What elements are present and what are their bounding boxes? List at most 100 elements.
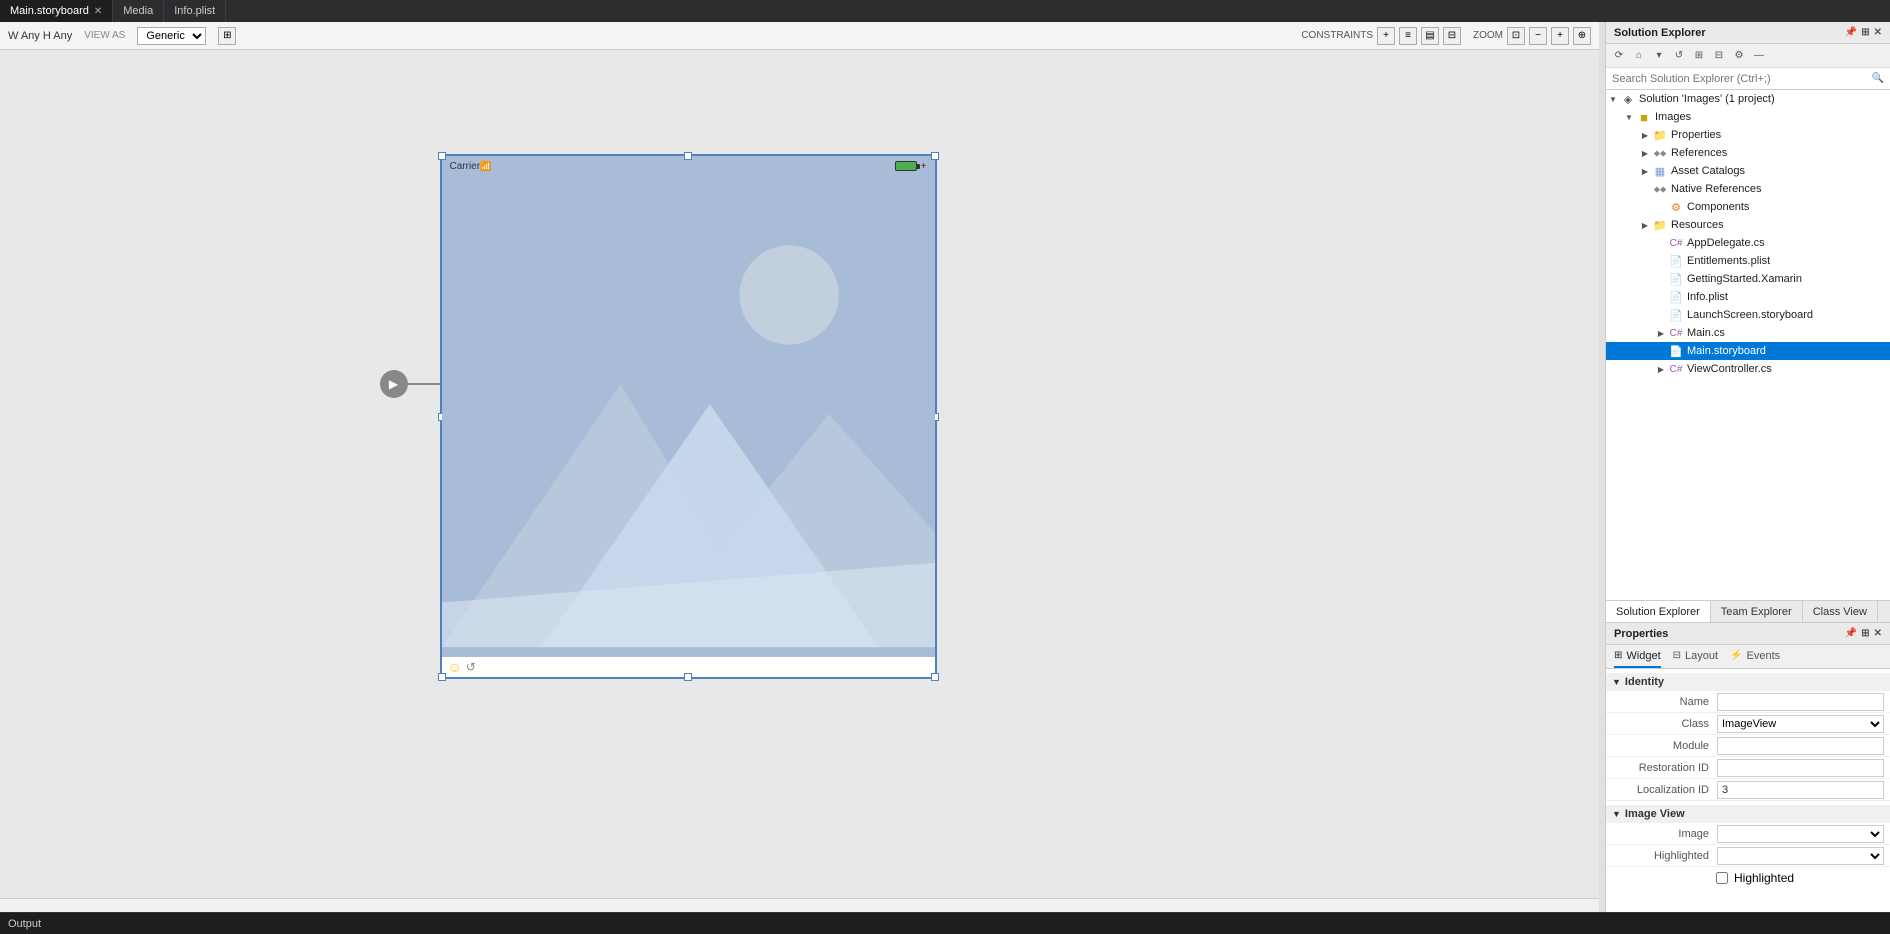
close-panel-icon[interactable]: ✕ <box>1874 27 1882 38</box>
tree-item-launchscreen[interactable]: ▶ 📄 LaunchScreen.storyboard <box>1606 306 1890 324</box>
tree-item-resources[interactable]: ▶ 📁 Resources <box>1606 216 1890 234</box>
view-as-select[interactable]: Generic <box>137 27 206 45</box>
tree-item-mainstoryboard[interactable]: ▶ 📄 Main.storyboard <box>1606 342 1890 360</box>
tree-item-references[interactable]: ▶ ⬥⬥ References <box>1606 144 1890 162</box>
viewcontroller-icon: C# <box>1668 361 1684 377</box>
handle-top-left[interactable] <box>438 152 446 160</box>
storyboard-toggle-button[interactable]: ⊞ <box>218 27 236 45</box>
zoom-in-btn[interactable]: + <box>1551 27 1569 45</box>
expand-assets[interactable]: ▶ <box>1638 164 1652 178</box>
se-tab-label-team: Team Explorer <box>1721 606 1792 618</box>
props-tab-widget[interactable]: ⊞ Widget <box>1614 645 1661 668</box>
restoration-id-input[interactable] <box>1717 759 1884 777</box>
handle-bot-right[interactable] <box>931 673 939 681</box>
highlighted-checkbox[interactable] <box>1716 872 1728 884</box>
tree-item-properties[interactable]: ▶ 📁 Properties <box>1606 126 1890 144</box>
zoom-out-btn[interactable]: − <box>1529 27 1547 45</box>
constraints-btn-2[interactable]: ≡ <box>1399 27 1417 45</box>
highlighted-select-label: Highlighted <box>1622 850 1717 862</box>
se-settings-btn[interactable]: ⚙ <box>1730 47 1748 65</box>
tree-item-appdelegate[interactable]: ▶ C# AppDelegate.cs <box>1606 234 1890 252</box>
layout-tab-icon: ⊟ <box>1673 650 1681 661</box>
tree-item-asset-catalogs[interactable]: ▶ ▦ Asset Catalogs <box>1606 162 1890 180</box>
tab-main-storyboard[interactable]: Main.storyboard ✕ <box>0 0 113 22</box>
image-view[interactable] <box>442 176 935 657</box>
tree-item-infoplist[interactable]: ▶ 📄 Info.plist <box>1606 288 1890 306</box>
expand-resources[interactable]: ▶ <box>1638 218 1652 232</box>
se-expand-btn[interactable]: ⊞ <box>1690 47 1708 65</box>
expand-references[interactable]: ▶ <box>1638 146 1652 160</box>
identity-section-label: Identity <box>1625 676 1664 688</box>
identity-collapse-icon[interactable]: ▼ <box>1612 677 1621 687</box>
canvas-area[interactable]: ▶ Carrier 📶 <box>0 50 1599 898</box>
tree-item-viewcontroller[interactable]: ▶ C# ViewController.cs <box>1606 360 1890 378</box>
se-tab-solution-explorer[interactable]: Solution Explorer <box>1606 601 1711 622</box>
handle-top-right[interactable] <box>931 152 939 160</box>
tab-close-button[interactable]: ✕ <box>94 6 102 17</box>
se-tab-class-view[interactable]: Class View <box>1803 601 1878 622</box>
zoom-fit-btn[interactable]: ⊡ <box>1507 27 1525 45</box>
pin-icon[interactable]: 📌 <box>1845 27 1857 38</box>
se-home-btn[interactable]: ⌂ <box>1630 47 1648 65</box>
se-sync-btn[interactable]: ⟳ <box>1610 47 1628 65</box>
tree-item-entitlements[interactable]: ▶ 📄 Entitlements.plist <box>1606 252 1890 270</box>
tree-item-solution[interactable]: ▼ ◈ Solution 'Images' (1 project) <box>1606 90 1890 108</box>
props-dock-icon[interactable]: ⊞ <box>1861 628 1869 639</box>
props-tab-events[interactable]: ⚡ Events <box>1730 645 1780 668</box>
module-input[interactable] <box>1717 737 1884 755</box>
image-select[interactable] <box>1717 825 1884 843</box>
props-tab-layout[interactable]: ⊟ Layout <box>1673 645 1718 668</box>
carrier-label: Carrier <box>450 161 481 172</box>
tree-item-components[interactable]: ▶ ⚙ Components <box>1606 198 1890 216</box>
handle-top-center[interactable] <box>684 152 692 160</box>
handle-bot-left[interactable] <box>438 673 446 681</box>
right-panel: Solution Explorer 📌 ⊞ ✕ ⟳ ⌂ ▾ ↺ ⊞ ⊟ ⚙ — … <box>1605 22 1890 912</box>
expand-properties[interactable]: ▶ <box>1638 128 1652 142</box>
launchscreen-icon: 📄 <box>1668 307 1684 323</box>
expand-viewcontroller[interactable]: ▶ <box>1654 362 1668 376</box>
class-select[interactable]: ImageView <box>1717 715 1884 733</box>
tree-item-maincs[interactable]: ▶ C# Main.cs <box>1606 324 1890 342</box>
se-tab-team-explorer[interactable]: Team Explorer <box>1711 601 1803 622</box>
se-search-input[interactable] <box>1612 73 1868 85</box>
name-input[interactable] <box>1717 693 1884 711</box>
components-icon: ⚙ <box>1668 199 1684 215</box>
se-collapse-btn[interactable]: ⊟ <box>1710 47 1728 65</box>
constraints-btn-4[interactable]: ⊟ <box>1443 27 1461 45</box>
image-view-collapse-icon[interactable]: ▼ <box>1612 809 1621 819</box>
expand-images[interactable]: ▼ <box>1622 110 1636 124</box>
maincs-icon: C# <box>1668 325 1684 341</box>
se-more-btn[interactable]: — <box>1750 47 1768 65</box>
zoom-label: ZOOM <box>1473 30 1503 41</box>
battery-plus: + <box>921 161 927 172</box>
tree-item-gettingstarted[interactable]: ▶ 📄 GettingStarted.Xamarin <box>1606 270 1890 288</box>
se-filter-btn[interactable]: ▾ <box>1650 47 1668 65</box>
highlighted-select[interactable] <box>1717 847 1884 865</box>
props-pin-icon[interactable]: 📌 <box>1845 628 1857 639</box>
properties-header: Properties 📌 ⊞ ✕ <box>1606 623 1890 645</box>
restoration-id-label: Restoration ID <box>1622 762 1717 774</box>
tree-label-images: Images <box>1655 111 1691 123</box>
properties-panel: Properties 📌 ⊞ ✕ ⊞ Widget ⊟ Layout <box>1606 622 1890 912</box>
tree-label-mainstoryboard: Main.storyboard <box>1687 345 1766 357</box>
constraints-btn-3[interactable]: ▤ <box>1421 27 1439 45</box>
localization-id-input[interactable] <box>1717 781 1884 799</box>
expand-solution[interactable]: ▼ <box>1606 92 1620 106</box>
tab-media[interactable]: Media <box>113 0 164 22</box>
battery-icon <box>895 161 917 171</box>
tree-item-native-references[interactable]: ▶ ⬥⬥ Native References <box>1606 180 1890 198</box>
dock-icon[interactable]: ⊞ <box>1861 27 1869 38</box>
zoom-reset-btn[interactable]: ⊕ <box>1573 27 1591 45</box>
localization-id-label: Localization ID <box>1622 784 1717 796</box>
view-size-label: W Any H Any <box>8 30 72 42</box>
phone-frame[interactable]: Carrier 📶 + <box>440 154 937 679</box>
props-row-highlighted-select: Highlighted <box>1606 845 1890 867</box>
tree-item-images-project[interactable]: ▼ ■ Images <box>1606 108 1890 126</box>
expand-maincs[interactable]: ▶ <box>1654 326 1668 340</box>
se-refresh-btn[interactable]: ↺ <box>1670 47 1688 65</box>
horizontal-scrollbar[interactable] <box>0 898 1599 912</box>
tab-infoplist[interactable]: Info.plist <box>164 0 226 22</box>
props-close-icon[interactable]: ✕ <box>1874 628 1882 639</box>
constraints-btn-1[interactable]: + <box>1377 27 1395 45</box>
handle-bot-center[interactable] <box>684 673 692 681</box>
